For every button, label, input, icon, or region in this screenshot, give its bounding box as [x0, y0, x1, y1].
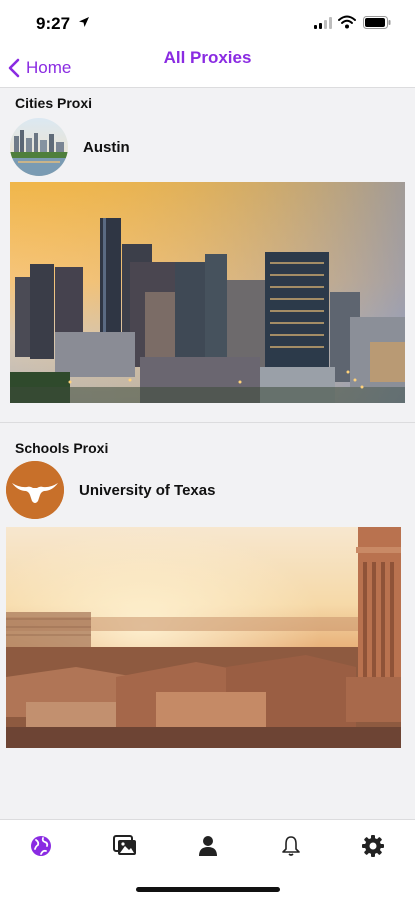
proxi-name-austin: Austin: [83, 138, 130, 156]
bell-icon: [282, 836, 300, 856]
status-time: 9:27: [36, 14, 71, 33]
photos-icon: [113, 835, 136, 855]
location-arrow-icon: [79, 17, 89, 27]
cellular-signal-icon: [314, 17, 332, 29]
tab-settings[interactable]: [359, 832, 387, 860]
ut-campus-image[interactable]: [6, 527, 401, 748]
status-bar: 9:27: [0, 0, 415, 44]
austin-avatar: [10, 118, 68, 176]
globe-icon: [31, 836, 51, 856]
section-title-cities: Cities Proxi: [15, 95, 93, 111]
proxi-row-austin[interactable]: Austin: [10, 118, 405, 176]
tab-globe[interactable]: [27, 832, 55, 860]
gear-icon: [362, 835, 384, 857]
wifi-icon: [338, 15, 356, 29]
page-title: All Proxies: [163, 48, 252, 67]
tab-bar: [0, 819, 415, 871]
person-icon: [199, 836, 217, 856]
navigation-bar: Home All Proxies: [0, 44, 415, 88]
home-indicator[interactable]: [136, 887, 280, 892]
battery-icon: [363, 16, 391, 29]
tab-profile[interactable]: [194, 832, 222, 860]
tab-photos[interactable]: [111, 832, 139, 860]
proxies-list[interactable]: Cities Proxi Austin Schools Proxi Univer…: [0, 89, 415, 819]
austin-skyline-image[interactable]: [10, 182, 405, 403]
longhorn-logo-icon: [6, 461, 64, 519]
tab-notifications[interactable]: [277, 832, 305, 860]
proxi-row-university-of-texas[interactable]: University of Texas: [6, 461, 405, 519]
home-indicator-area: [0, 871, 415, 900]
proxi-name-university-of-texas: University of Texas: [79, 481, 216, 499]
section-title-schools: Schools Proxi: [15, 440, 109, 456]
section-divider: [0, 422, 415, 423]
